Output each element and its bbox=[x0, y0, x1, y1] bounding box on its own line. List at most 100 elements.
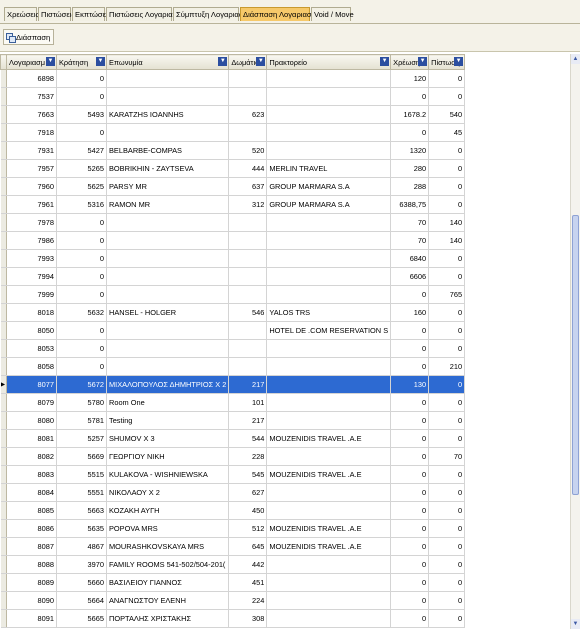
table-cell[interactable]: 0 bbox=[56, 285, 107, 304]
table-row[interactable]: 8058 0 0 210 bbox=[0, 357, 466, 376]
table-cell[interactable]: Testing bbox=[106, 411, 230, 430]
table-cell[interactable]: 8080 bbox=[6, 411, 57, 430]
tab-1[interactable]: Πιστώσεις bbox=[38, 7, 75, 21]
table-cell[interactable] bbox=[228, 231, 268, 250]
table-cell[interactable]: 8084 bbox=[6, 483, 57, 502]
table-cell[interactable]: MOUZENIDIS TRAVEL .A.E bbox=[266, 519, 392, 538]
table-cell[interactable]: 5427 bbox=[56, 141, 107, 160]
table-cell[interactable]: 210 bbox=[428, 357, 466, 376]
table-cell[interactable]: 312 bbox=[228, 195, 268, 214]
table-cell[interactable]: 442 bbox=[228, 555, 268, 574]
table-row[interactable]: 7663 5493 KARATZHS IOANNHS 623 1678.2 540 bbox=[0, 105, 466, 124]
table-cell[interactable]: 5664 bbox=[56, 591, 107, 610]
table-cell[interactable]: 0 bbox=[390, 447, 430, 466]
table-cell[interactable]: 8079 bbox=[6, 393, 57, 412]
table-cell[interactable]: 0 bbox=[56, 87, 107, 106]
table-cell[interactable]: RAMON MR bbox=[106, 195, 230, 214]
tab-5[interactable]: Διάσπαση Λογαριασμών bbox=[240, 7, 326, 21]
table-cell[interactable] bbox=[266, 285, 392, 304]
column-header-6[interactable]: Πίστωση ▼ bbox=[428, 54, 466, 70]
table-cell[interactable]: 0 bbox=[390, 357, 430, 376]
scroll-up-icon[interactable]: ▲ bbox=[571, 54, 580, 64]
table-row[interactable]: 7999 0 0 765 bbox=[0, 285, 466, 304]
table-cell[interactable]: 0 bbox=[428, 249, 466, 268]
table-cell[interactable]: 8083 bbox=[6, 465, 57, 484]
table-cell[interactable]: 101 bbox=[228, 393, 268, 412]
table-cell[interactable]: SHUMOV X 3 bbox=[106, 429, 230, 448]
table-row[interactable]: 8079 5780 Room One 101 0 0 bbox=[0, 393, 466, 412]
table-row[interactable]: 8089 5660 ΒΑΣΙΛΕΙΟΥ ΓΙΑΝΝΟΣ 451 0 0 bbox=[0, 573, 466, 592]
table-cell[interactable]: 5672 bbox=[56, 375, 107, 394]
table-cell[interactable]: 7960 bbox=[6, 177, 57, 196]
table-row[interactable]: 7957 5265 BOBRIKHIN - ZAYTSEVA 444 MERLIN TR… bbox=[0, 159, 466, 178]
table-cell[interactable] bbox=[266, 411, 392, 430]
table-row[interactable]: 8084 5551 ΝΙΚΟΛΑΟΥ Χ 2 627 0 0 bbox=[0, 483, 466, 502]
table-cell[interactable]: YALOS TRS bbox=[266, 303, 392, 322]
table-cell[interactable]: BELBARBE-COMPAS bbox=[106, 141, 230, 160]
table-cell[interactable]: 5780 bbox=[56, 393, 107, 412]
table-cell[interactable]: 0 bbox=[390, 123, 430, 142]
table-cell[interactable] bbox=[266, 123, 392, 142]
table-cell[interactable]: 5632 bbox=[56, 303, 107, 322]
table-cell[interactable]: 0 bbox=[428, 555, 466, 574]
table-cell[interactable]: 7957 bbox=[6, 159, 57, 178]
table-cell[interactable]: 0 bbox=[428, 393, 466, 412]
table-cell[interactable]: 160 bbox=[390, 303, 430, 322]
table-row[interactable]: 7537 0 0 0 bbox=[0, 87, 466, 106]
table-cell[interactable]: 3970 bbox=[56, 555, 107, 574]
vertical-scrollbar[interactable]: ▲ ▼ bbox=[570, 54, 580, 629]
table-cell[interactable]: 0 bbox=[428, 177, 466, 196]
table-cell[interactable]: 0 bbox=[390, 429, 430, 448]
table-cell[interactable]: 8050 bbox=[6, 321, 57, 340]
table-cell[interactable]: 224 bbox=[228, 591, 268, 610]
table-cell[interactable] bbox=[266, 105, 392, 124]
table-cell[interactable]: 0 bbox=[428, 339, 466, 358]
table-cell[interactable]: 217 bbox=[228, 375, 268, 394]
tab-2[interactable]: Εκπτώσεις bbox=[72, 7, 111, 21]
scroll-down-icon[interactable]: ▼ bbox=[571, 619, 580, 629]
table-cell[interactable]: 7961 bbox=[6, 195, 57, 214]
column-header-2[interactable]: Επωνυμία ▼ bbox=[105, 54, 230, 70]
table-row[interactable]: 7918 0 0 45 bbox=[0, 123, 466, 142]
table-row[interactable]: 8053 0 0 0 bbox=[0, 339, 466, 358]
table-cell[interactable]: 7993 bbox=[6, 249, 57, 268]
table-cell[interactable]: 0 bbox=[56, 231, 107, 250]
table-cell[interactable] bbox=[228, 357, 268, 376]
table-cell[interactable]: 0 bbox=[428, 609, 466, 628]
table-cell[interactable]: 0 bbox=[390, 591, 430, 610]
table-cell[interactable]: 130 bbox=[390, 375, 430, 394]
table-cell[interactable]: 280 bbox=[390, 159, 430, 178]
table-row[interactable]: 7994 0 6606 0 bbox=[0, 267, 466, 286]
column-header-4[interactable]: Πρακτορείο ▼ bbox=[266, 54, 392, 70]
table-row[interactable]: 6898 0 120 0 bbox=[0, 69, 466, 88]
table-cell[interactable]: 140 bbox=[428, 231, 466, 250]
table-cell[interactable] bbox=[228, 249, 268, 268]
table-cell[interactable]: GROUP MARMARA S.A bbox=[266, 195, 392, 214]
table-cell[interactable]: 7999 bbox=[6, 285, 57, 304]
table-cell[interactable] bbox=[266, 393, 392, 412]
table-cell[interactable] bbox=[266, 501, 392, 520]
tab-6[interactable]: Void / Move bbox=[311, 7, 354, 21]
table-cell[interactable]: 6840 bbox=[390, 249, 430, 268]
table-cell[interactable]: 5316 bbox=[56, 195, 107, 214]
table-cell[interactable]: 5625 bbox=[56, 177, 107, 196]
filter-dropdown-icon[interactable]: ▼ bbox=[46, 57, 55, 66]
table-cell[interactable]: 0 bbox=[390, 609, 430, 628]
table-cell[interactable]: 765 bbox=[428, 285, 466, 304]
table-cell[interactable]: 8089 bbox=[6, 573, 57, 592]
table-cell[interactable]: 0 bbox=[56, 321, 107, 340]
table-cell[interactable]: 623 bbox=[228, 105, 268, 124]
table-cell[interactable]: 0 bbox=[428, 87, 466, 106]
table-cell[interactable] bbox=[266, 483, 392, 502]
table-cell[interactable]: 5660 bbox=[56, 573, 107, 592]
table-row[interactable]: 8085 5663 ΚΟΖΑΚΗ ΑΥΓΗ 450 0 0 bbox=[0, 501, 466, 520]
column-header-1[interactable]: Κράτηση ▼ bbox=[56, 54, 107, 70]
table-cell[interactable]: 0 bbox=[56, 339, 107, 358]
table-cell[interactable]: 8086 bbox=[6, 519, 57, 538]
table-cell[interactable] bbox=[228, 123, 268, 142]
table-cell[interactable]: 0 bbox=[428, 159, 466, 178]
table-cell[interactable]: 0 bbox=[56, 357, 107, 376]
table-cell[interactable]: 0 bbox=[428, 465, 466, 484]
table-cell[interactable]: 7663 bbox=[6, 105, 57, 124]
table-row[interactable]: 8050 0 HOTEL DE .COM RESERVATION S00 bbox=[0, 321, 466, 340]
